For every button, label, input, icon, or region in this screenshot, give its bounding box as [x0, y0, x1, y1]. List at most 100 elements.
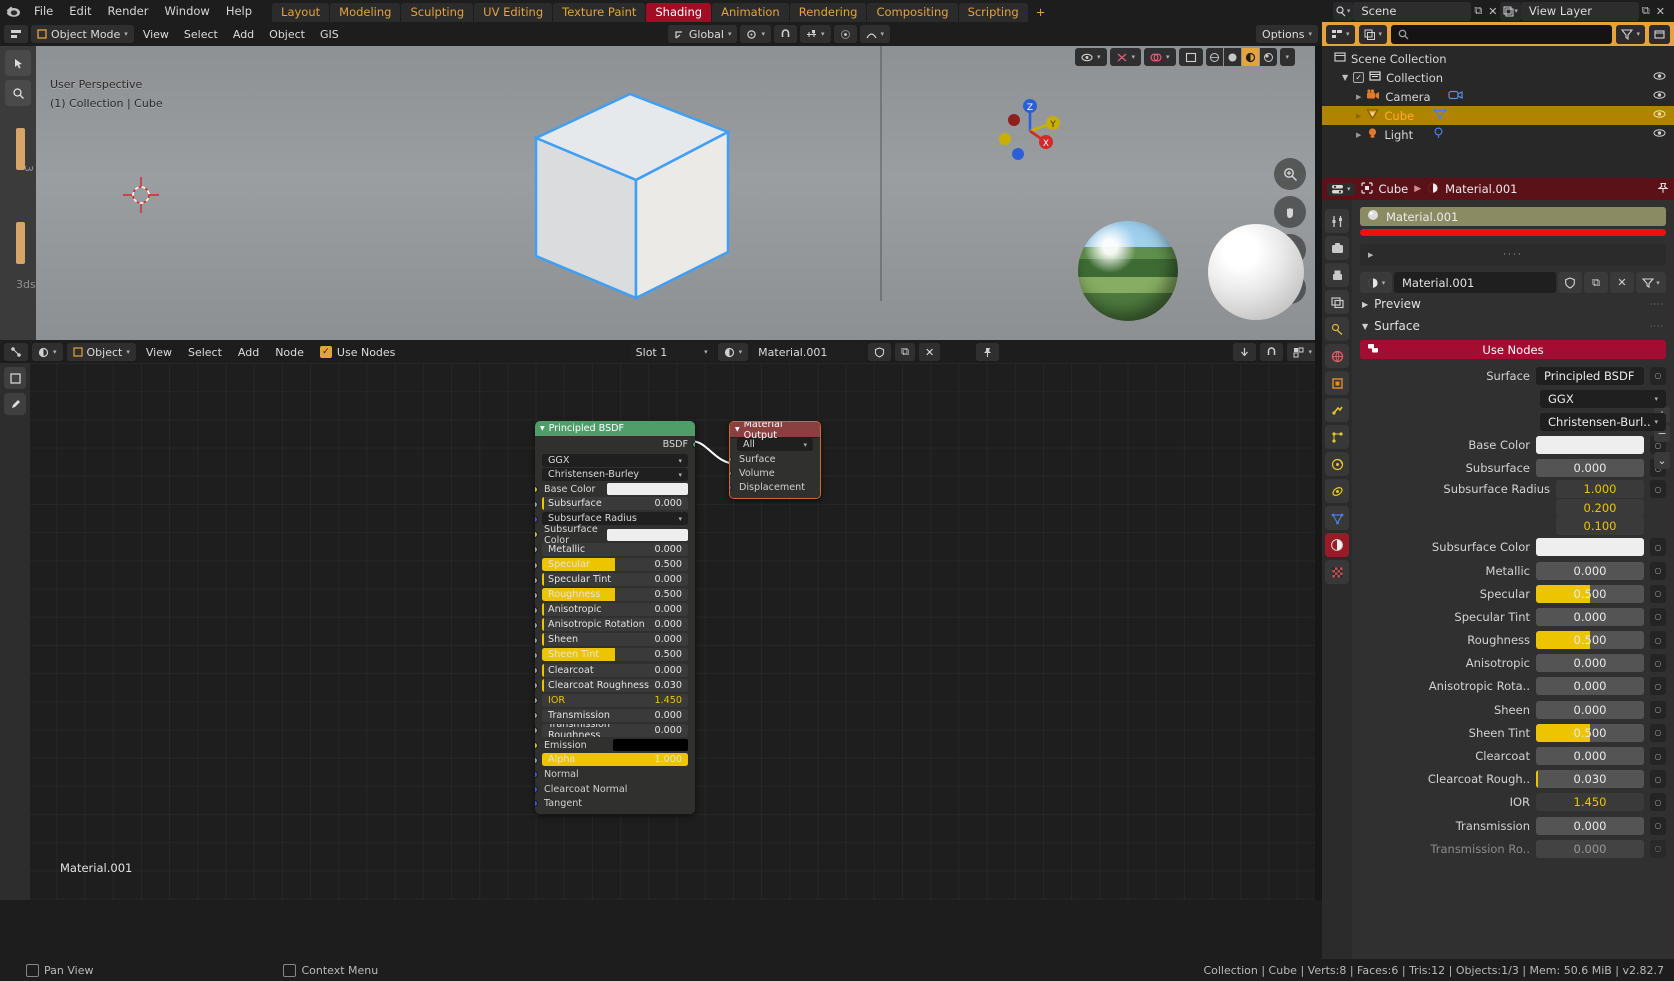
- prop-roughness-dot[interactable]: ○: [1650, 631, 1666, 650]
- delete-view-layer-icon[interactable]: ✕: [1653, 2, 1668, 21]
- prop-anisotropic-rotation-dot[interactable]: ○: [1650, 677, 1666, 696]
- prop-subsurface-radius-0[interactable]: Subsurface Radius 1.000 ○: [1352, 480, 1674, 499]
- use-nodes-checkbox[interactable]: ✓: [319, 346, 332, 358]
- menu-render[interactable]: Render: [100, 0, 157, 22]
- shader-menu-view[interactable]: View: [140, 343, 178, 361]
- tab-object[interactable]: [1325, 371, 1349, 395]
- tab-physics[interactable]: [1325, 452, 1349, 476]
- cube-visibility-eye-icon[interactable]: [1653, 109, 1666, 122]
- prop-subsurface-radius-dot[interactable]: ○: [1650, 480, 1666, 499]
- prop-specular[interactable]: Specular 0.500 ○: [1352, 582, 1674, 605]
- outliner-search-input[interactable]: [1391, 24, 1613, 44]
- snap-options-icon[interactable]: ▾: [800, 25, 831, 43]
- falloff-curve-icon[interactable]: ▾: [859, 25, 891, 43]
- blender-logo-icon[interactable]: [0, 0, 26, 22]
- node-input-emission[interactable]: Emission: [535, 738, 695, 752]
- xray-icon[interactable]: ▾: [1109, 48, 1142, 66]
- menu-file[interactable]: File: [26, 0, 61, 22]
- shader-editor-type-icon[interactable]: [4, 343, 28, 361]
- outliner-item-scene-collection[interactable]: Scene Collection: [1322, 49, 1674, 68]
- new-view-layer-icon[interactable]: ⧉: [1639, 2, 1653, 21]
- prop-clearcoat[interactable]: Clearcoat 0.000 ○: [1352, 744, 1674, 767]
- outliner-filter-icon[interactable]: ▾: [1616, 24, 1645, 44]
- tab-modifiers[interactable]: [1325, 398, 1349, 422]
- workspace-tab-compositing[interactable]: Compositing: [867, 3, 958, 22]
- material-slot-specials-button[interactable]: ⌄: [1654, 452, 1670, 469]
- material-slot-footer[interactable]: ▶ ····: [1360, 244, 1666, 266]
- snap-node-icon[interactable]: [1233, 343, 1257, 361]
- shading-wireframe-button[interactable]: [1205, 48, 1223, 66]
- viewport-slider-handle-bottom[interactable]: [16, 222, 25, 264]
- fake-user-shield-icon[interactable]: [868, 343, 892, 361]
- viewport-options-dropdown[interactable]: Options ▾: [1256, 25, 1318, 43]
- node-output-surface[interactable]: Surface: [730, 452, 820, 466]
- node-input-alpha[interactable]: Alpha 1.000: [535, 753, 695, 767]
- surface-collapse-triangle-icon[interactable]: ▼: [1362, 322, 1368, 331]
- menu-gis[interactable]: GIS: [314, 25, 345, 43]
- prop-subsurface-color-dot[interactable]: ○: [1650, 538, 1666, 557]
- material-name-field[interactable]: Material.001: [752, 343, 865, 361]
- prop-sheen-tint-dot[interactable]: ○: [1650, 723, 1666, 742]
- prop-subsurface-color[interactable]: Subsurface Color ○: [1352, 536, 1674, 559]
- collection-expand-triangle-icon[interactable]: ▼: [1342, 73, 1348, 82]
- fake-user-shield-icon-props[interactable]: [1558, 272, 1582, 293]
- navigation-gizmo[interactable]: Z Y X: [993, 94, 1067, 168]
- prop-transmission-value[interactable]: 0.000: [1536, 816, 1644, 835]
- material-browse-icon[interactable]: ▾: [717, 343, 749, 361]
- breadcrumb-material-label[interactable]: Material.001: [1445, 182, 1517, 196]
- node-input-specular-tint[interactable]: Specular Tint 0.000: [535, 573, 695, 587]
- outliner-item-camera[interactable]: ▶ Camera: [1322, 87, 1674, 106]
- node-input-specular[interactable]: Specular 0.500: [535, 558, 695, 572]
- prop-roughness-value[interactable]: 0.500: [1536, 631, 1644, 650]
- tab-scene[interactable]: [1325, 317, 1349, 341]
- prop-clearcoat-roughness-dot[interactable]: ○: [1650, 770, 1666, 789]
- node-output-displacement[interactable]: Displacement: [730, 481, 820, 495]
- node-input-subsurface-color[interactable]: Subsurface Color: [535, 524, 695, 546]
- pin-icon[interactable]: [976, 343, 1000, 361]
- prop-ior-dot[interactable]: ○: [1650, 793, 1666, 812]
- menu-edit[interactable]: Edit: [61, 0, 99, 22]
- slot-expand-triangle-icon[interactable]: ▶: [1368, 251, 1375, 259]
- tab-particles[interactable]: [1325, 425, 1349, 449]
- workspace-tab-sculpting[interactable]: Sculpting: [401, 3, 474, 22]
- collection-visibility-eye-icon[interactable]: [1653, 71, 1666, 84]
- tweak-tool-icon[interactable]: [5, 50, 31, 76]
- outliner-item-light[interactable]: ▶ Light: [1322, 125, 1674, 144]
- properties-pin-icon[interactable]: [1657, 182, 1669, 197]
- prop-specular-value[interactable]: 0.500: [1536, 584, 1644, 603]
- material-slot-entry[interactable]: Material.001: [1360, 207, 1666, 226]
- scene-name-field[interactable]: Scene: [1353, 1, 1472, 21]
- menu-window[interactable]: Window: [156, 0, 217, 22]
- node-input-clearcoat-normal[interactable]: Clearcoat Normal: [535, 782, 695, 796]
- breadcrumb-object-label[interactable]: Cube: [1379, 182, 1409, 196]
- properties-panel[interactable]: Material.001 ▶ ···· + − ⌄ ▾ Material.001…: [1352, 200, 1674, 981]
- tab-texture[interactable]: [1325, 560, 1349, 584]
- editor-type-icon[interactable]: [4, 25, 28, 43]
- unlink-material-icon-props[interactable]: ✕: [1610, 272, 1634, 293]
- prop-transmission-dot[interactable]: ○: [1650, 816, 1666, 835]
- camera-data-icon[interactable]: [1447, 89, 1463, 104]
- workspace-tab-texture-paint[interactable]: Texture Paint: [553, 3, 646, 22]
- tab-render[interactable]: [1325, 236, 1349, 260]
- workspace-tab-uv-editing[interactable]: UV Editing: [474, 3, 553, 22]
- node-input-roughness[interactable]: Roughness 0.500: [535, 588, 695, 602]
- menu-add[interactable]: Add: [227, 25, 260, 43]
- prop-clearcoat-roughness[interactable]: Clearcoat Rough.. 0.030 ○: [1352, 768, 1674, 791]
- shader-tweak-tool-icon[interactable]: [4, 367, 26, 389]
- node-input-anisotropic[interactable]: Anisotropic 0.000: [535, 603, 695, 617]
- collection-checkbox[interactable]: ✓: [1353, 72, 1365, 83]
- prop-clearcoat-value[interactable]: 0.000: [1536, 747, 1644, 765]
- camera-expand-triangle-icon[interactable]: ▶: [1356, 93, 1361, 101]
- delete-scene-icon[interactable]: ✕: [1485, 2, 1500, 21]
- preview-collapse-triangle-icon[interactable]: ▶: [1362, 300, 1368, 309]
- shader-node-canvas[interactable]: ▼ Principled BSDF BSDF GGX ▾ Christensen-…: [0, 363, 1322, 900]
- node-subsurface-method-dropdown[interactable]: Christensen-Burley ▾: [542, 468, 688, 481]
- toggle-xray-icon[interactable]: [1178, 48, 1203, 66]
- prop-base-color-swatch[interactable]: [1536, 436, 1644, 455]
- menu-select[interactable]: Select: [178, 25, 224, 43]
- light-expand-triangle-icon[interactable]: ▶: [1356, 131, 1361, 139]
- 3d-viewport[interactable]: User Perspective (1) Collection | Cube Z: [36, 46, 1322, 340]
- new-material-icon-props[interactable]: ⧉: [1584, 272, 1608, 293]
- node-material-output-header[interactable]: ▼ Material Output: [730, 422, 820, 441]
- visibility-icon[interactable]: ▾: [1075, 48, 1107, 66]
